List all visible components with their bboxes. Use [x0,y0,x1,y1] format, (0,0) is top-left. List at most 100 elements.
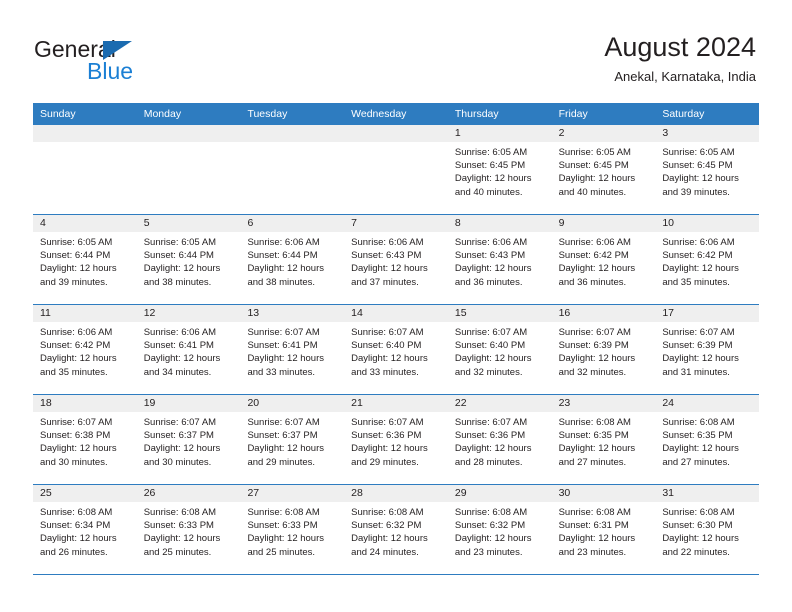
weekday-header-friday: Friday [558,108,588,120]
calendar-week-row: 4 Sunrise: 6:05 AM Sunset: 6:44 PM Daylight… [33,215,760,305]
daylight-text-line1: Daylight: 12 hours [247,263,325,275]
calendar-day-cell[interactable]: 11 Sunrise: 6:06 AM Sunset: 6:42 PM Dayligh… [33,305,137,394]
day-number [344,125,448,142]
calendar-day-cell[interactable]: 12 Sunrise: 6:06 AM Sunset: 6:41 PM Dayligh… [136,305,241,394]
calendar-day-cell[interactable]: 23 Sunrise: 6:08 AM Sunset: 6:35 PM Dayligh… [551,395,656,484]
daylight-text-line2: and 29 minutes. [351,456,419,468]
calendar-day-cell[interactable]: 21 Sunrise: 6:07 AM Sunset: 6:36 PM Dayligh… [344,395,448,484]
sunrise-text: Sunrise: 6:07 AM [143,417,217,428]
sunset-text: Sunset: 6:45 PM [662,160,733,172]
calendar-day-cell[interactable]: 7 Sunrise: 6:06 AM Sunset: 6:43 PM Daylight… [344,215,448,304]
daylight-text-line2: and 27 minutes. [662,456,730,468]
calendar-day-cell[interactable]: 6 Sunrise: 6:06 AM Sunset: 6:44 PM Daylight… [240,215,345,304]
day-sun-info: Sunrise: 6:07 AM Sunset: 6:40 PM Daylight:… [344,322,448,379]
day-sun-info: Sunrise: 6:08 AM Sunset: 6:33 PM Daylight:… [240,502,344,559]
sunrise-text: Sunrise: 6:07 AM [558,327,631,338]
daylight-text-line1: Daylight: 12 hours [454,263,532,275]
sunset-text: Sunset: 6:41 PM [143,340,214,352]
day-number: 15 [447,305,552,322]
sunrise-text: Sunrise: 6:05 AM [454,147,528,158]
sunrise-text: Sunrise: 6:07 AM [247,417,320,428]
calendar-day-cell[interactable]: 18 Sunrise: 6:07 AM Sunset: 6:38 PM Dayligh… [33,395,137,484]
calendar-page: General Blue August 2024 Anekal, Karnata… [0,0,792,612]
daylight-text-line1: Daylight: 12 hours [143,443,221,455]
sunrise-text: Sunrise: 6:08 AM [40,507,113,518]
day-sun-info: Sunrise: 6:06 AM Sunset: 6:44 PM Daylight:… [240,232,344,289]
sunset-text: Sunset: 6:40 PM [351,340,422,352]
calendar-day-cell[interactable]: 16 Sunrise: 6:07 AM Sunset: 6:39 PM Dayligh… [551,305,656,394]
daylight-text-line2: and 39 minutes. [662,186,730,198]
calendar-day-cell[interactable]: 2 Sunrise: 6:05 AM Sunset: 6:45 PM Daylight… [551,125,656,214]
daylight-text-line1: Daylight: 12 hours [40,533,117,545]
sunset-text: Sunset: 6:37 PM [247,430,318,442]
general-blue-logo[interactable]: General Blue [34,36,214,88]
daylight-text-line1: Daylight: 12 hours [558,353,636,365]
daylight-text-line1: Daylight: 12 hours [351,263,428,275]
weekday-header-thursday: Thursday [454,108,499,120]
daylight-text-line2: and 30 minutes. [40,456,108,468]
calendar-day-cell[interactable]: 4 Sunrise: 6:05 AM Sunset: 6:44 PM Daylight… [33,215,137,304]
day-number: 27 [240,485,345,502]
daylight-text-line1: Daylight: 12 hours [662,533,739,545]
day-number: 23 [551,395,656,412]
daylight-text-line1: Daylight: 12 hours [662,263,739,275]
daylight-text-line2: and 28 minutes. [454,456,523,468]
calendar-day-cell[interactable]: 17 Sunrise: 6:07 AM Sunset: 6:39 PM Dayligh… [655,305,760,394]
calendar-day-cell-empty [33,125,137,214]
sunrise-text: Sunrise: 6:08 AM [351,507,424,518]
daylight-text-line1: Daylight: 12 hours [454,353,532,365]
daylight-text-line1: Daylight: 12 hours [247,353,325,365]
day-sun-info: Sunrise: 6:08 AM Sunset: 6:35 PM Daylight:… [552,412,656,469]
calendar-day-cell[interactable]: 13 Sunrise: 6:07 AM Sunset: 6:41 PM Dayligh… [240,305,345,394]
daylight-text-line1: Daylight: 12 hours [662,173,739,185]
calendar-day-cell[interactable]: 5 Sunrise: 6:05 AM Sunset: 6:44 PM Daylight… [136,215,241,304]
calendar-day-cell[interactable]: 20 Sunrise: 6:07 AM Sunset: 6:37 PM Dayligh… [240,395,345,484]
daylight-text-line2: and 25 minutes. [247,546,316,558]
day-sun-info: Sunrise: 6:06 AM Sunset: 6:43 PM Daylight:… [448,232,552,289]
calendar-day-cell[interactable]: 1 Sunrise: 6:05 AM Sunset: 6:45 PM Daylight… [447,125,552,214]
daylight-text-line2: and 31 minutes. [662,366,730,378]
sunrise-text: Sunrise: 6:05 AM [40,237,113,248]
day-sun-info: Sunrise: 6:08 AM Sunset: 6:33 PM Daylight:… [137,502,241,559]
sunrise-text: Sunrise: 6:08 AM [662,507,735,518]
calendar-day-cell[interactable]: 10 Sunrise: 6:06 AM Sunset: 6:42 PM Dayligh… [655,215,760,304]
calendar-day-cell[interactable]: 29 Sunrise: 6:08 AM Sunset: 6:32 PM Dayligh… [447,485,552,574]
sunrise-text: Sunrise: 6:06 AM [143,327,217,338]
day-sun-info: Sunrise: 6:05 AM Sunset: 6:44 PM Daylight:… [137,232,241,289]
calendar-day-cell[interactable]: 30 Sunrise: 6:08 AM Sunset: 6:31 PM Dayligh… [551,485,656,574]
calendar-day-cell[interactable]: 14 Sunrise: 6:07 AM Sunset: 6:40 PM Dayligh… [344,305,448,394]
daylight-text-line1: Daylight: 12 hours [351,353,428,365]
day-sun-info: Sunrise: 6:06 AM Sunset: 6:42 PM Daylight:… [552,232,656,289]
day-number: 25 [33,485,137,502]
sunset-text: Sunset: 6:45 PM [454,160,526,172]
calendar-day-cell[interactable]: 25 Sunrise: 6:08 AM Sunset: 6:34 PM Dayligh… [33,485,137,574]
sunset-text: Sunset: 6:44 PM [143,250,214,262]
calendar-day-cell[interactable]: 19 Sunrise: 6:07 AM Sunset: 6:37 PM Dayligh… [136,395,241,484]
calendar-day-cell[interactable]: 22 Sunrise: 6:07 AM Sunset: 6:36 PM Dayligh… [447,395,552,484]
calendar-day-cell-empty [344,125,448,214]
daylight-text-line2: and 33 minutes. [351,366,419,378]
day-number: 6 [240,215,345,232]
sunrise-text: Sunrise: 6:05 AM [143,237,217,248]
sunrise-text: Sunrise: 6:07 AM [662,327,735,338]
daylight-text-line2: and 24 minutes. [351,546,419,558]
calendar-day-cell[interactable]: 24 Sunrise: 6:08 AM Sunset: 6:35 PM Dayligh… [655,395,760,484]
calendar-day-cell[interactable]: 8 Sunrise: 6:06 AM Sunset: 6:43 PM Daylight… [447,215,552,304]
calendar-day-cell[interactable]: 31 Sunrise: 6:08 AM Sunset: 6:30 PM Dayligh… [655,485,760,574]
daylight-text-line1: Daylight: 12 hours [662,353,739,365]
calendar-day-cell[interactable]: 15 Sunrise: 6:07 AM Sunset: 6:40 PM Dayligh… [447,305,552,394]
calendar-day-cell[interactable]: 3 Sunrise: 6:05 AM Sunset: 6:45 PM Daylight… [655,125,760,214]
daylight-text-line2: and 39 minutes. [40,276,108,288]
calendar-day-cell[interactable]: 9 Sunrise: 6:06 AM Sunset: 6:42 PM Daylight… [551,215,656,304]
sunset-text: Sunset: 6:43 PM [351,250,422,262]
day-sun-info: Sunrise: 6:06 AM Sunset: 6:43 PM Daylight:… [344,232,448,289]
daylight-text-line2: and 26 minutes. [40,546,108,558]
calendar-day-cell[interactable]: 28 Sunrise: 6:08 AM Sunset: 6:32 PM Dayligh… [344,485,448,574]
calendar-day-cell[interactable]: 26 Sunrise: 6:08 AM Sunset: 6:33 PM Dayligh… [136,485,241,574]
calendar-day-cell[interactable]: 27 Sunrise: 6:08 AM Sunset: 6:33 PM Dayligh… [240,485,345,574]
calendar-week-row: 1 Sunrise: 6:05 AM Sunset: 6:45 PM Daylight… [33,125,760,215]
weekday-header-monday: Monday [143,108,182,120]
day-number: 7 [344,215,448,232]
daylight-text-line2: and 27 minutes. [558,456,627,468]
sunset-text: Sunset: 6:44 PM [40,250,111,262]
